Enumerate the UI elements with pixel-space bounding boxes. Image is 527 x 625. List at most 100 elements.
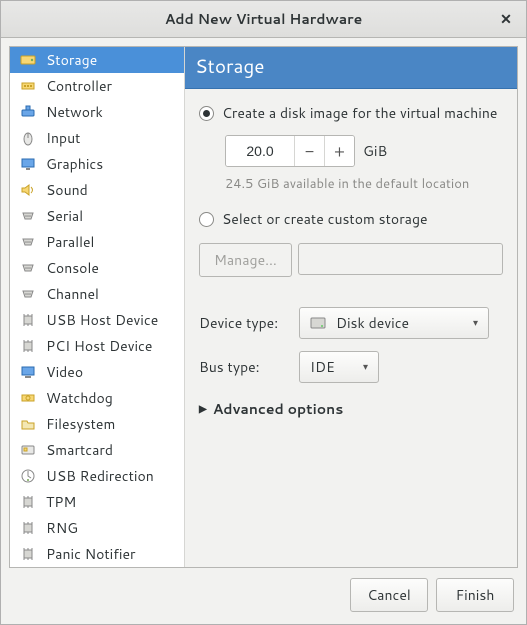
watchdog-icon [20,390,36,406]
graphics-icon [20,156,36,172]
parallel-icon [20,234,36,250]
cancel-button[interactable]: Cancel [350,578,428,612]
radio-create-label: Create a disk image for the virtual mach… [222,103,497,123]
rng-icon [20,520,36,536]
chevron-down-icon: ▾ [473,316,478,330]
content-wrap: StorageControllerNetworkInputGraphicsSou… [1,38,526,624]
smartcard-icon [20,442,36,458]
bus-type-combo[interactable]: IDE ▾ [299,351,379,383]
close-icon: ✕ [500,9,512,29]
device-type-row: Device type: Disk device ▾ [199,307,503,339]
sidebar-item-storage[interactable]: Storage [10,47,184,73]
sidebar-item-label: Sound [46,180,88,200]
channel-icon [20,286,36,302]
radio-icon [199,212,214,227]
close-button[interactable]: ✕ [494,7,518,31]
split-pane: StorageControllerNetworkInputGraphicsSou… [9,46,518,568]
serial-icon [20,208,36,224]
sidebar-item-watchdog[interactable]: Watchdog [10,385,184,411]
sidebar-item-tpm[interactable]: TPM [10,489,184,515]
size-increment-button[interactable]: + [324,136,354,166]
radio-create-disk[interactable]: Create a disk image for the virtual mach… [199,103,503,123]
sidebar-item-label: Video [46,362,83,382]
advanced-options-expander[interactable]: ▶ Advanced options [199,399,503,419]
sidebar-item-serial[interactable]: Serial [10,203,184,229]
radio-custom-storage[interactable]: Select or create custom storage [199,209,503,229]
sidebar-item-label: Channel [46,284,99,304]
sidebar-item-graphics[interactable]: Graphics [10,151,184,177]
sidebar-item-label: Panic Notifier [46,544,135,564]
bus-type-label: Bus type: [199,357,289,377]
sidebar-item-smartcard[interactable]: Smartcard [10,437,184,463]
footer: Cancel Finish [9,568,518,616]
size-row: − + GiB [225,135,503,167]
size-input[interactable] [226,136,294,166]
storage-icon [20,52,36,68]
sidebar-item-label: Smartcard [46,440,113,460]
size-unit: GiB [363,141,387,161]
sidebar-item-usb-host-device[interactable]: USB Host Device [10,307,184,333]
panic-icon [20,546,36,562]
network-icon [20,104,36,120]
window-title: Add New Virtual Hardware [165,9,363,29]
sidebar: Storage Controller Network Input Graphics Sou… [10,47,185,567]
sidebar-item-label: RNG [46,518,78,538]
sidebar-item-label: Filesystem [46,414,115,434]
main-panel: Storage Create a disk image for the virt… [185,47,517,567]
main-body: Create a disk image for the virtual mach… [185,89,517,427]
console-icon [20,260,36,276]
sidebar-item-network[interactable]: Network [10,99,184,125]
storage-path-input[interactable] [298,243,503,275]
sound-icon [20,182,36,198]
sidebar-item-label: USB Redirection [46,466,154,486]
sidebar-item-label: Input [46,128,80,148]
device-type-value: Disk device [336,313,409,333]
advanced-options-label: Advanced options [213,399,344,419]
usbredir-icon [20,468,36,484]
sidebar-item-label: TPM [46,492,76,512]
title-bar: Add New Virtual Hardware ✕ [1,1,526,38]
sidebar-item-input[interactable]: Input [10,125,184,151]
bus-type-value: IDE [310,357,335,377]
size-spinbox: − + [225,135,355,167]
sidebar-item-label: Network [46,102,103,122]
sidebar-item-usb-redirection[interactable]: USB Redirection [10,463,184,489]
sidebar-item-label: Serial [46,206,83,226]
sidebar-item-console[interactable]: Console [10,255,184,281]
sidebar-item-panic-notifier[interactable]: Panic Notifier [10,541,184,567]
controller-icon [20,78,36,94]
size-decrement-button[interactable]: − [294,136,324,166]
sidebar-item-label: Watchdog [46,388,113,408]
sidebar-item-label: USB Host Device [46,310,158,330]
input-icon [20,130,36,146]
sidebar-item-filesystem[interactable]: Filesystem [10,411,184,437]
radio-custom-label: Select or create custom storage [222,209,428,229]
manage-button[interactable]: Manage... [199,243,292,277]
video-icon [20,364,36,380]
sidebar-item-label: Console [46,258,99,278]
sidebar-item-controller[interactable]: Controller [10,73,184,99]
sidebar-item-rng[interactable]: RNG [10,515,184,541]
disk-icon [310,315,326,331]
finish-button[interactable]: Finish [436,578,514,612]
available-hint: 24.5 GiB available in the default locati… [225,175,503,193]
expander-triangle-icon: ▶ [199,402,207,416]
sidebar-item-label: Storage [46,50,97,70]
sidebar-item-channel[interactable]: Channel [10,281,184,307]
chevron-down-icon: ▾ [363,360,368,374]
pci-icon [20,338,36,354]
sidebar-item-sound[interactable]: Sound [10,177,184,203]
device-type-combo[interactable]: Disk device ▾ [299,307,489,339]
main-header: Storage [185,47,517,89]
sidebar-item-pci-host-device[interactable]: PCI Host Device [10,333,184,359]
device-type-label: Device type: [199,313,289,333]
sidebar-item-label: Graphics [46,154,103,174]
sidebar-item-video[interactable]: Video [10,359,184,385]
filesystem-icon [20,416,36,432]
manage-row: Manage... [199,243,503,277]
sidebar-item-label: PCI Host Device [46,336,152,356]
radio-icon [199,106,214,121]
sidebar-item-parallel[interactable]: Parallel [10,229,184,255]
usb-icon [20,312,36,328]
tpm-icon [20,494,36,510]
